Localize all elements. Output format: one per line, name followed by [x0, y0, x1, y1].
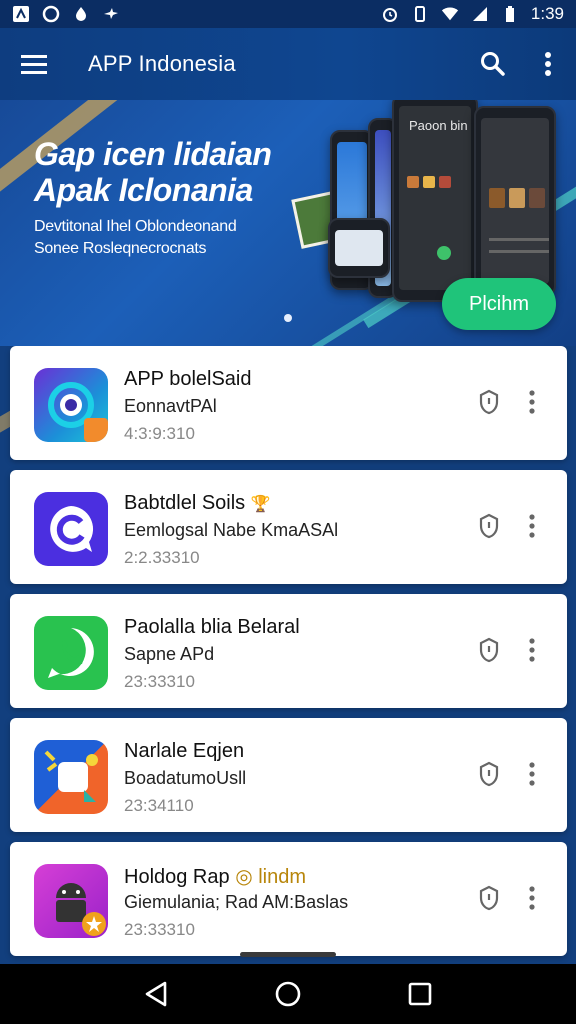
app-list: APP bolelSaid EonnavtPAl 4:3:9:310 Babtd…: [0, 346, 576, 964]
more-options-icon[interactable]: [522, 388, 542, 416]
status-left-icons: [12, 5, 120, 23]
app-card[interactable]: Holdog Rap ◎ lindm Giemulania; Rad AM:Ba…: [10, 842, 567, 956]
home-icon[interactable]: [274, 980, 302, 1008]
app-subtitle: BoadatumoUsll: [124, 768, 247, 788]
circle-icon: [42, 5, 60, 23]
media-app-icon: [34, 740, 108, 814]
title-badge: ◎ lindm: [235, 866, 306, 888]
app-title: Narlale Eqjen: [124, 740, 245, 762]
app-meta: 23:33310: [124, 672, 195, 691]
alarm-icon: [381, 5, 399, 23]
app-card[interactable]: Narlale Eqjen BoadatumoUsll 23:34110: [10, 718, 567, 832]
chat-bubble-app-icon: [34, 492, 108, 566]
app-title: APP bolelSaid: [124, 368, 252, 390]
carousel-page-indicator: [284, 314, 292, 322]
app-title-text: Babtdlel Soils: [124, 492, 246, 514]
app-title: Paolalla blia Belaral: [124, 616, 300, 638]
app-meta: 23:34110: [124, 796, 194, 815]
circle-app-icon: [34, 368, 108, 442]
phone-image: Paoon bin: [392, 100, 478, 302]
menu-icon[interactable]: [20, 53, 48, 75]
shield-icon[interactable]: [476, 636, 502, 664]
search-icon[interactable]: [480, 51, 506, 77]
status-bar: 1:39: [0, 0, 576, 28]
app-title: Babtdlel Soils 🏆: [124, 492, 271, 515]
app-meta: 4:3:9:310: [124, 424, 195, 443]
signal-icon: [471, 5, 489, 23]
app-subtitle: Sapne APd: [124, 644, 215, 664]
banner-subtitle: Devtitonal Ihel Oblondeonand Sonee Rosle…: [34, 216, 237, 260]
app-title-text: Holdog Rap: [124, 866, 230, 888]
more-options-icon[interactable]: [544, 51, 552, 77]
promo-banner[interactable]: Gap icen lidaian Apak Iclonania Devtiton…: [0, 100, 576, 348]
status-time: 1:39: [530, 4, 564, 23]
shield-icon[interactable]: [476, 760, 502, 788]
banner-subtitle-line1: Devtitonal Ihel Oblondeonand: [34, 218, 237, 235]
phone-screen-label: Paoon bin: [409, 118, 468, 133]
phone-app-icon: [34, 616, 108, 690]
app-subtitle: EonnavtPAl: [124, 396, 217, 416]
app-card[interactable]: APP bolelSaid EonnavtPAl 4:3:9:310: [10, 346, 567, 460]
app-card[interactable]: Paolalla blia Belaral Sapne APd 23:33310: [10, 594, 567, 708]
app-title: Holdog Rap ◎ lindm: [124, 864, 306, 889]
shield-icon[interactable]: [476, 512, 502, 540]
banner-headline: Gap icen lidaian Apak Iclonania: [34, 136, 272, 208]
banner-subtitle-line2: Sonee Rosleqnecrocnats: [34, 240, 207, 257]
banner-headline-line1: Gap icen lidaian: [34, 136, 272, 172]
trophy-badge: 🏆: [250, 496, 271, 513]
drop-icon: [72, 5, 90, 23]
cta-button[interactable]: Plcihm: [442, 278, 556, 330]
app-meta: 23:33310: [124, 920, 195, 939]
gesture-handle[interactable]: [240, 952, 336, 957]
bird-icon: [102, 5, 120, 23]
phone-image: [474, 106, 556, 296]
app-subtitle: Giemulania; Rad AM:Baslas: [124, 892, 349, 912]
battery-icon: [501, 5, 519, 23]
recents-icon[interactable]: [407, 981, 433, 1007]
android-app-icon: [34, 864, 108, 938]
shield-icon[interactable]: [476, 388, 502, 416]
app-card[interactable]: Babtdlel Soils 🏆 Eemlogsal Nabe KmaASAl …: [10, 470, 567, 584]
app-bar-actions: [480, 51, 552, 77]
navigation-bar: [0, 964, 576, 1024]
more-options-icon[interactable]: [522, 760, 542, 788]
app-title: APP Indonesia: [88, 51, 236, 76]
wifi-icon: [441, 5, 459, 23]
app-subtitle: Eemlogsal Nabe KmaASAl: [124, 520, 339, 540]
vibrate-icon: [411, 5, 429, 23]
app-meta: 2:2.33310: [124, 548, 200, 567]
more-options-icon[interactable]: [522, 512, 542, 540]
more-options-icon[interactable]: [522, 636, 542, 664]
back-icon[interactable]: [143, 980, 169, 1008]
app-bar: APP Indonesia: [0, 28, 576, 100]
tablet-image: [328, 218, 390, 278]
status-right-icons: 1:39: [381, 4, 564, 24]
banner-headline-line2: Apak Iclonania: [34, 172, 253, 208]
more-options-icon[interactable]: [522, 884, 542, 912]
shield-icon[interactable]: [476, 884, 502, 912]
app-notification-icon: [12, 5, 30, 23]
